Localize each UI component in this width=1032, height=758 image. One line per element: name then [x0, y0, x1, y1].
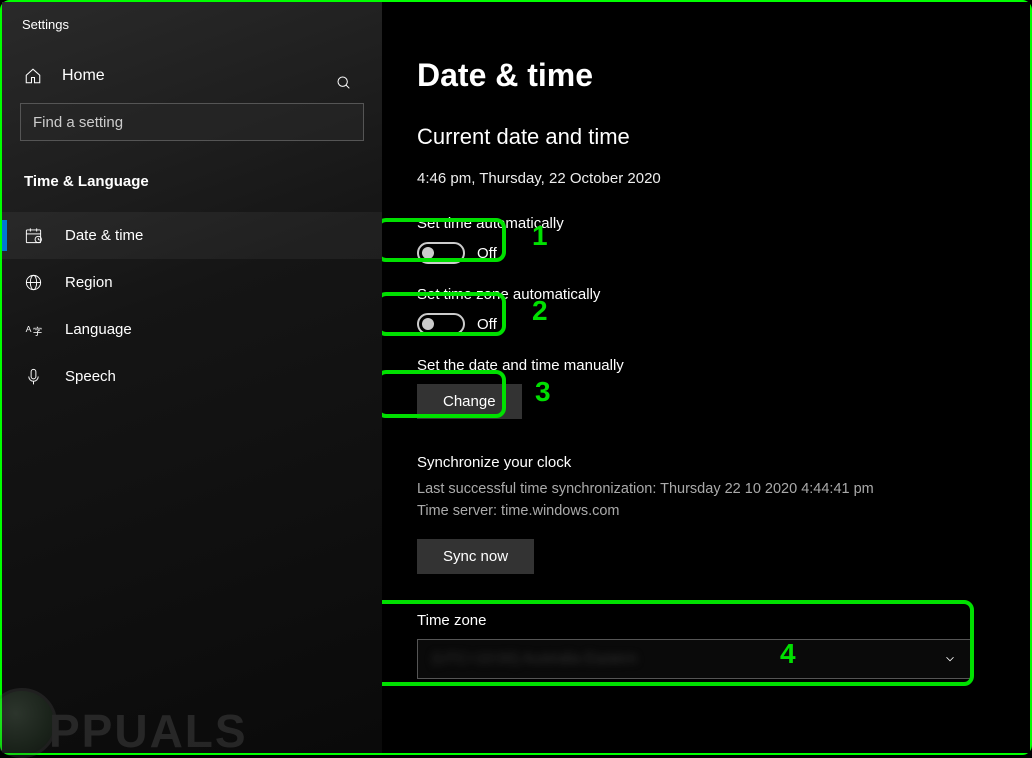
- watermark-text: PPUALS: [49, 704, 248, 758]
- watermark: PPUALS: [0, 688, 248, 758]
- set-time-auto-toggle[interactable]: [417, 242, 465, 264]
- section-header: Time & Language: [2, 161, 382, 212]
- manual-label: Set the date and time manually: [417, 357, 1010, 374]
- sidebar-home[interactable]: Home: [2, 57, 382, 103]
- sidebar-item-language[interactable]: A 字 Language: [2, 306, 382, 353]
- home-label: Home: [62, 67, 105, 85]
- sidebar-item-label: Speech: [65, 368, 116, 385]
- sidebar-item-label: Region: [65, 274, 113, 291]
- sidebar-item-speech[interactable]: Speech: [2, 353, 382, 400]
- set-tz-auto-toggle[interactable]: [417, 313, 465, 335]
- search-wrap: [2, 103, 382, 161]
- set-time-auto-label: Set time automatically: [417, 215, 1010, 232]
- search-input[interactable]: [20, 103, 364, 141]
- timezone-select[interactable]: (UTC+10:00) Australia Eastern: [417, 639, 972, 679]
- set-tz-auto-label: Set time zone automatically: [417, 286, 1010, 303]
- set-time-auto-state: Off: [477, 245, 497, 262]
- page-title: Date & time: [417, 57, 1010, 94]
- toggle-knob: [422, 318, 434, 330]
- timezone-value: (UTC+10:00) Australia Eastern: [432, 650, 637, 667]
- svg-text:字: 字: [33, 326, 43, 338]
- sidebar: Settings Home Time & Language Date & tim…: [2, 2, 382, 753]
- current-date-value: 4:46 pm, Thursday, 22 October 2020: [417, 170, 1010, 187]
- watermark-avatar: [0, 688, 57, 758]
- language-icon: A 字: [24, 320, 43, 339]
- sidebar-item-label: Language: [65, 321, 132, 338]
- toggle-knob: [422, 247, 434, 259]
- globe-icon: [24, 273, 43, 292]
- set-tz-auto-state: Off: [477, 316, 497, 333]
- main-panel: Date & time Current date and time 4:46 p…: [382, 2, 1030, 753]
- window-title: Settings: [2, 17, 382, 57]
- mic-icon: [24, 367, 43, 386]
- sync-now-button[interactable]: Sync now: [417, 539, 534, 574]
- change-button[interactable]: Change: [417, 384, 522, 419]
- current-date-header: Current date and time: [417, 124, 1010, 150]
- sync-last: Last successful time synchronization: Th…: [417, 481, 874, 497]
- calendar-icon: [24, 226, 43, 245]
- sidebar-item-region[interactable]: Region: [2, 259, 382, 306]
- sync-info: Last successful time synchronization: Th…: [417, 479, 1010, 523]
- sidebar-item-date-time[interactable]: Date & time: [2, 212, 382, 259]
- timezone-label: Time zone: [417, 612, 1010, 629]
- sync-server: Time server: time.windows.com: [417, 503, 620, 519]
- home-icon: [24, 67, 42, 85]
- sidebar-item-label: Date & time: [65, 227, 143, 244]
- chevron-down-icon: [943, 652, 957, 666]
- svg-text:A: A: [26, 324, 32, 334]
- sync-title: Synchronize your clock: [417, 454, 1010, 471]
- search-icon: [336, 75, 352, 91]
